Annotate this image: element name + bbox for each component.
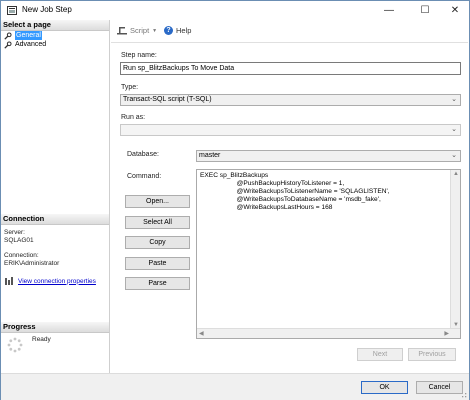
help-label: Help [176,26,192,35]
command-line: EXEC sp_BlitzBackups [200,172,269,179]
command-textarea[interactable]: EXEC sp_BlitzBackups @PushBackupHistoryT… [196,169,461,339]
command-horizontal-scrollbar[interactable]: ◀ ▶ [197,328,460,338]
title-bar: New Job Step — ☐ ✕ [1,1,469,20]
select-page-header: Select a page [1,20,109,31]
previous-button[interactable]: Previous [408,348,456,361]
connection-header: Connection [1,214,109,225]
progress-header: Progress [1,322,109,333]
progress-spinner-icon [7,337,23,353]
cancel-button[interactable]: Cancel [416,381,463,394]
progress-status: Ready [32,336,51,343]
script-label: Script [130,26,150,35]
view-connection-properties-link[interactable]: View connection properties [18,278,96,285]
connection-label: Connection: [4,252,39,259]
script-icon [117,27,127,35]
database-label: Database: [127,151,159,158]
command-line: @WriteBackupsToListenerName = 'SQLAGLIST… [200,188,390,195]
type-value: Transact-SQL script (T-SQL) [123,96,212,103]
page-advanced[interactable]: Advanced [1,40,109,49]
connection-properties-icon [5,277,13,285]
window-title: New Job Step [22,5,72,14]
page-general-label: General [15,31,42,40]
command-label: Command: [127,173,162,180]
step-name-input[interactable]: Run sp_BlitzBackups To Move Data [120,62,461,75]
scroll-right-arrow-icon[interactable]: ▶ [444,330,449,337]
open-button[interactable]: Open... [125,195,190,208]
maximize-button[interactable]: ☐ [411,3,439,19]
paste-button[interactable]: Paste [125,257,190,270]
toolbar: Script ▼ ? Help [111,20,468,43]
job-step-window-icon [7,6,17,15]
help-button[interactable]: ? Help [164,26,191,35]
page-advanced-label: Advanced [15,41,47,48]
copy-button[interactable]: Copy [125,236,190,249]
database-value: master [199,152,221,159]
run-as-label: Run as: [121,114,146,121]
select-all-button[interactable]: Select All [125,216,190,229]
server-label: Server: [4,229,25,236]
parse-button[interactable]: Parse [125,277,190,290]
database-select[interactable]: master ⌄ [196,150,461,162]
command-line: @PushBackupHistoryToListener = 1, [200,180,345,187]
scroll-up-arrow-icon[interactable]: ▲ [453,171,459,177]
ok-button[interactable]: OK [361,381,408,394]
resize-grip-icon[interactable] [459,390,467,398]
wrench-icon [4,40,12,49]
server-value: SQLAG01 [4,237,34,244]
page-selector-pane: Select a page General Advanced Connectio… [1,20,110,373]
help-icon: ? [164,26,173,35]
type-select[interactable]: Transact-SQL script (T-SQL) ⌄ [120,94,461,106]
close-button[interactable]: ✕ [441,3,469,19]
command-line: @WriteBackupsToDatabaseName = 'msdb_fake… [200,196,381,203]
step-name-label: Step name: [121,52,157,59]
scroll-left-arrow-icon[interactable]: ◀ [199,330,204,337]
run-as-select[interactable]: ⌄ [120,124,461,136]
connection-value: ERIK\Administrator [4,260,60,267]
chevron-down-icon: ⌄ [451,96,457,103]
view-connection-row: View connection properties [5,277,96,285]
page-general[interactable]: General [1,31,109,40]
next-button[interactable]: Next [357,348,403,361]
chevron-down-icon: ⌄ [451,126,457,133]
script-button[interactable]: Script ▼ [117,26,157,35]
command-vertical-scrollbar[interactable]: ▲ ▼ [450,170,460,338]
command-line: @WriteBackupsLastHours = 168 [200,204,333,211]
wrench-icon [4,31,12,40]
chevron-down-icon: ▼ [152,27,158,34]
minimize-button[interactable]: — [375,3,403,19]
chevron-down-icon: ⌄ [451,152,457,159]
type-label: Type: [121,84,139,91]
